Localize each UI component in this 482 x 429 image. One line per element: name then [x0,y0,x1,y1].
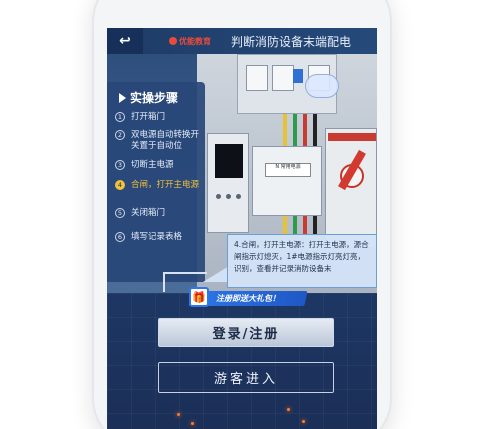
brand-logo: 优能教育 [169,36,211,47]
instruction-tooltip: 4.合闸，打开主电源：打开主电源，源合闸指示灯熄灭，1#电源指示灯亮灯亮，识别，… [227,234,377,288]
gift-icon: 🎁 [189,287,209,307]
pointer-hand-icon [305,74,339,98]
promo-label: 注册即送大礼包！ [216,294,280,303]
play-triangle-icon [119,92,126,103]
step-label: 填写记录表格 [131,232,183,242]
spark-decoration [302,420,305,423]
step-label: 打开箱门 [131,112,166,122]
app-preview: N 常用电源 ↩ 优能教育 判断消防设备末端配电 实操步骤 1 打开箱门 2 双… [0,0,482,429]
dual-power-switch[interactable]: N 常用电源 [252,146,322,216]
steps-header: 实操步骤 [107,82,205,106]
meter-terminal [226,194,231,199]
step-item[interactable]: 1 打开箱门 [115,112,203,123]
steps-title: 实操步骤 [130,91,179,105]
step-number: 3 [115,160,125,170]
breaker-switch [246,65,268,91]
step-number: 6 [115,232,125,242]
step-number: 4 [115,180,125,190]
steps-panel: 实操步骤 1 打开箱门 2 双电源自动转换开关置于自动位 3 切断主电源 4 合… [107,82,205,282]
back-button[interactable]: ↩ [107,28,143,54]
breaker-indicator [293,69,303,83]
step-item-active[interactable]: 4 合闸，打开主电源 [115,180,203,191]
logo-text: 优能教育 [179,36,211,46]
login-register-button[interactable]: 登录/注册 [158,318,334,347]
switch-plate: N 常用电源 [265,163,311,177]
main-power-switch[interactable] [325,128,377,248]
step-label: 切断主电源 [131,160,174,170]
back-icon: ↩ [119,33,131,49]
spark-decoration [287,408,290,411]
step-item[interactable]: 2 双电源自动转换开关置于自动位 [115,130,203,152]
meter-terminal [216,194,221,199]
step-label: 合闸，打开主电源 [131,180,200,190]
logo-icon [169,37,177,45]
tooltip-connector [163,272,207,274]
meter-display [215,144,243,178]
step-number: 2 [115,130,125,140]
step-item[interactable]: 6 填写记录表格 [115,232,203,243]
step-number: 5 [115,208,125,218]
meter-terminal [236,194,241,199]
header-bar: ↩ 优能教育 判断消防设备末端配电 [107,28,377,54]
login-area [107,293,377,429]
breaker-switch [272,65,294,91]
step-number: 1 [115,112,125,122]
step-item[interactable]: 3 切断主电源 [115,160,203,171]
tooltip-connector [163,272,165,292]
switch-label [328,133,376,141]
step-label: 关闭箱门 [131,208,166,218]
step-item[interactable]: 5 关闭箱门 [115,208,203,219]
guest-enter-button[interactable]: 游客进入 [158,362,334,393]
step-label: 双电源自动转换开关置于自动位 [131,130,200,151]
page-title: 判断消防设备末端配电 [231,34,352,49]
spark-decoration [191,422,194,425]
phone-screen: N 常用电源 ↩ 优能教育 判断消防设备末端配电 实操步骤 1 打开箱门 2 双… [107,28,377,429]
power-meter [207,133,249,233]
spark-decoration [177,413,180,416]
